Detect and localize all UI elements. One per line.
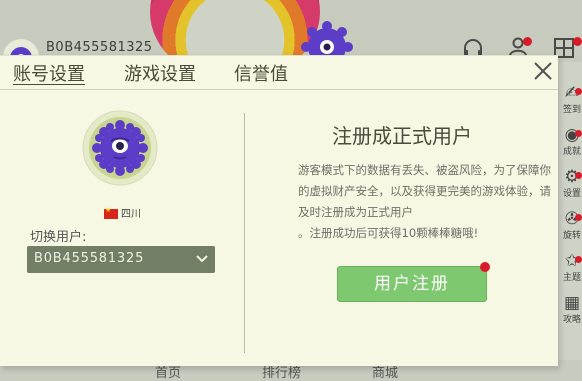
divider bbox=[244, 113, 245, 353]
avatar[interactable] bbox=[82, 110, 158, 186]
switch-user-label: 切换用户: bbox=[30, 230, 87, 245]
notification-dot bbox=[573, 37, 582, 46]
register-button[interactable]: 用户注册 bbox=[337, 266, 487, 302]
notification-dot bbox=[575, 214, 582, 221]
chevron-down-icon bbox=[196, 255, 208, 263]
user-select[interactable]: B0B455581325 bbox=[27, 246, 215, 273]
register-title: 注册成正式用户 bbox=[332, 124, 472, 148]
notification-dot bbox=[575, 88, 582, 95]
china-flag-icon bbox=[104, 206, 118, 219]
tab-reputation[interactable]: 信誉值 bbox=[234, 60, 288, 86]
notification-dot bbox=[480, 262, 490, 272]
tab-game-settings[interactable]: 游戏设置 bbox=[124, 60, 196, 86]
close-icon bbox=[534, 62, 552, 80]
account-settings-dialog: 账号设置 游戏设置 信誉值 四川 切换用户: B0B45 bbox=[0, 55, 558, 366]
notification-dot bbox=[523, 37, 532, 46]
tab-account-settings[interactable]: 账号设置 bbox=[13, 60, 85, 86]
user-select-value: B0B455581325 bbox=[34, 251, 145, 266]
grid-icon: ▦ bbox=[563, 293, 581, 313]
register-description: 游客模式下的数据有丢失、被盗风险，为了保障你的虚拟财产安全，以及获得更完美的游戏… bbox=[298, 163, 551, 240]
region-label: 四川 bbox=[104, 205, 141, 220]
notification-dot bbox=[575, 256, 582, 263]
notification-dot bbox=[575, 130, 582, 137]
notification-dot bbox=[575, 172, 582, 179]
close-button[interactable] bbox=[531, 59, 555, 83]
dialog-tabs: 账号设置 游戏设置 信誉值 bbox=[0, 56, 558, 90]
user-id-label: B0B455581325 bbox=[46, 40, 153, 55]
guide-item[interactable]: ▦ 攻略 bbox=[559, 294, 582, 325]
